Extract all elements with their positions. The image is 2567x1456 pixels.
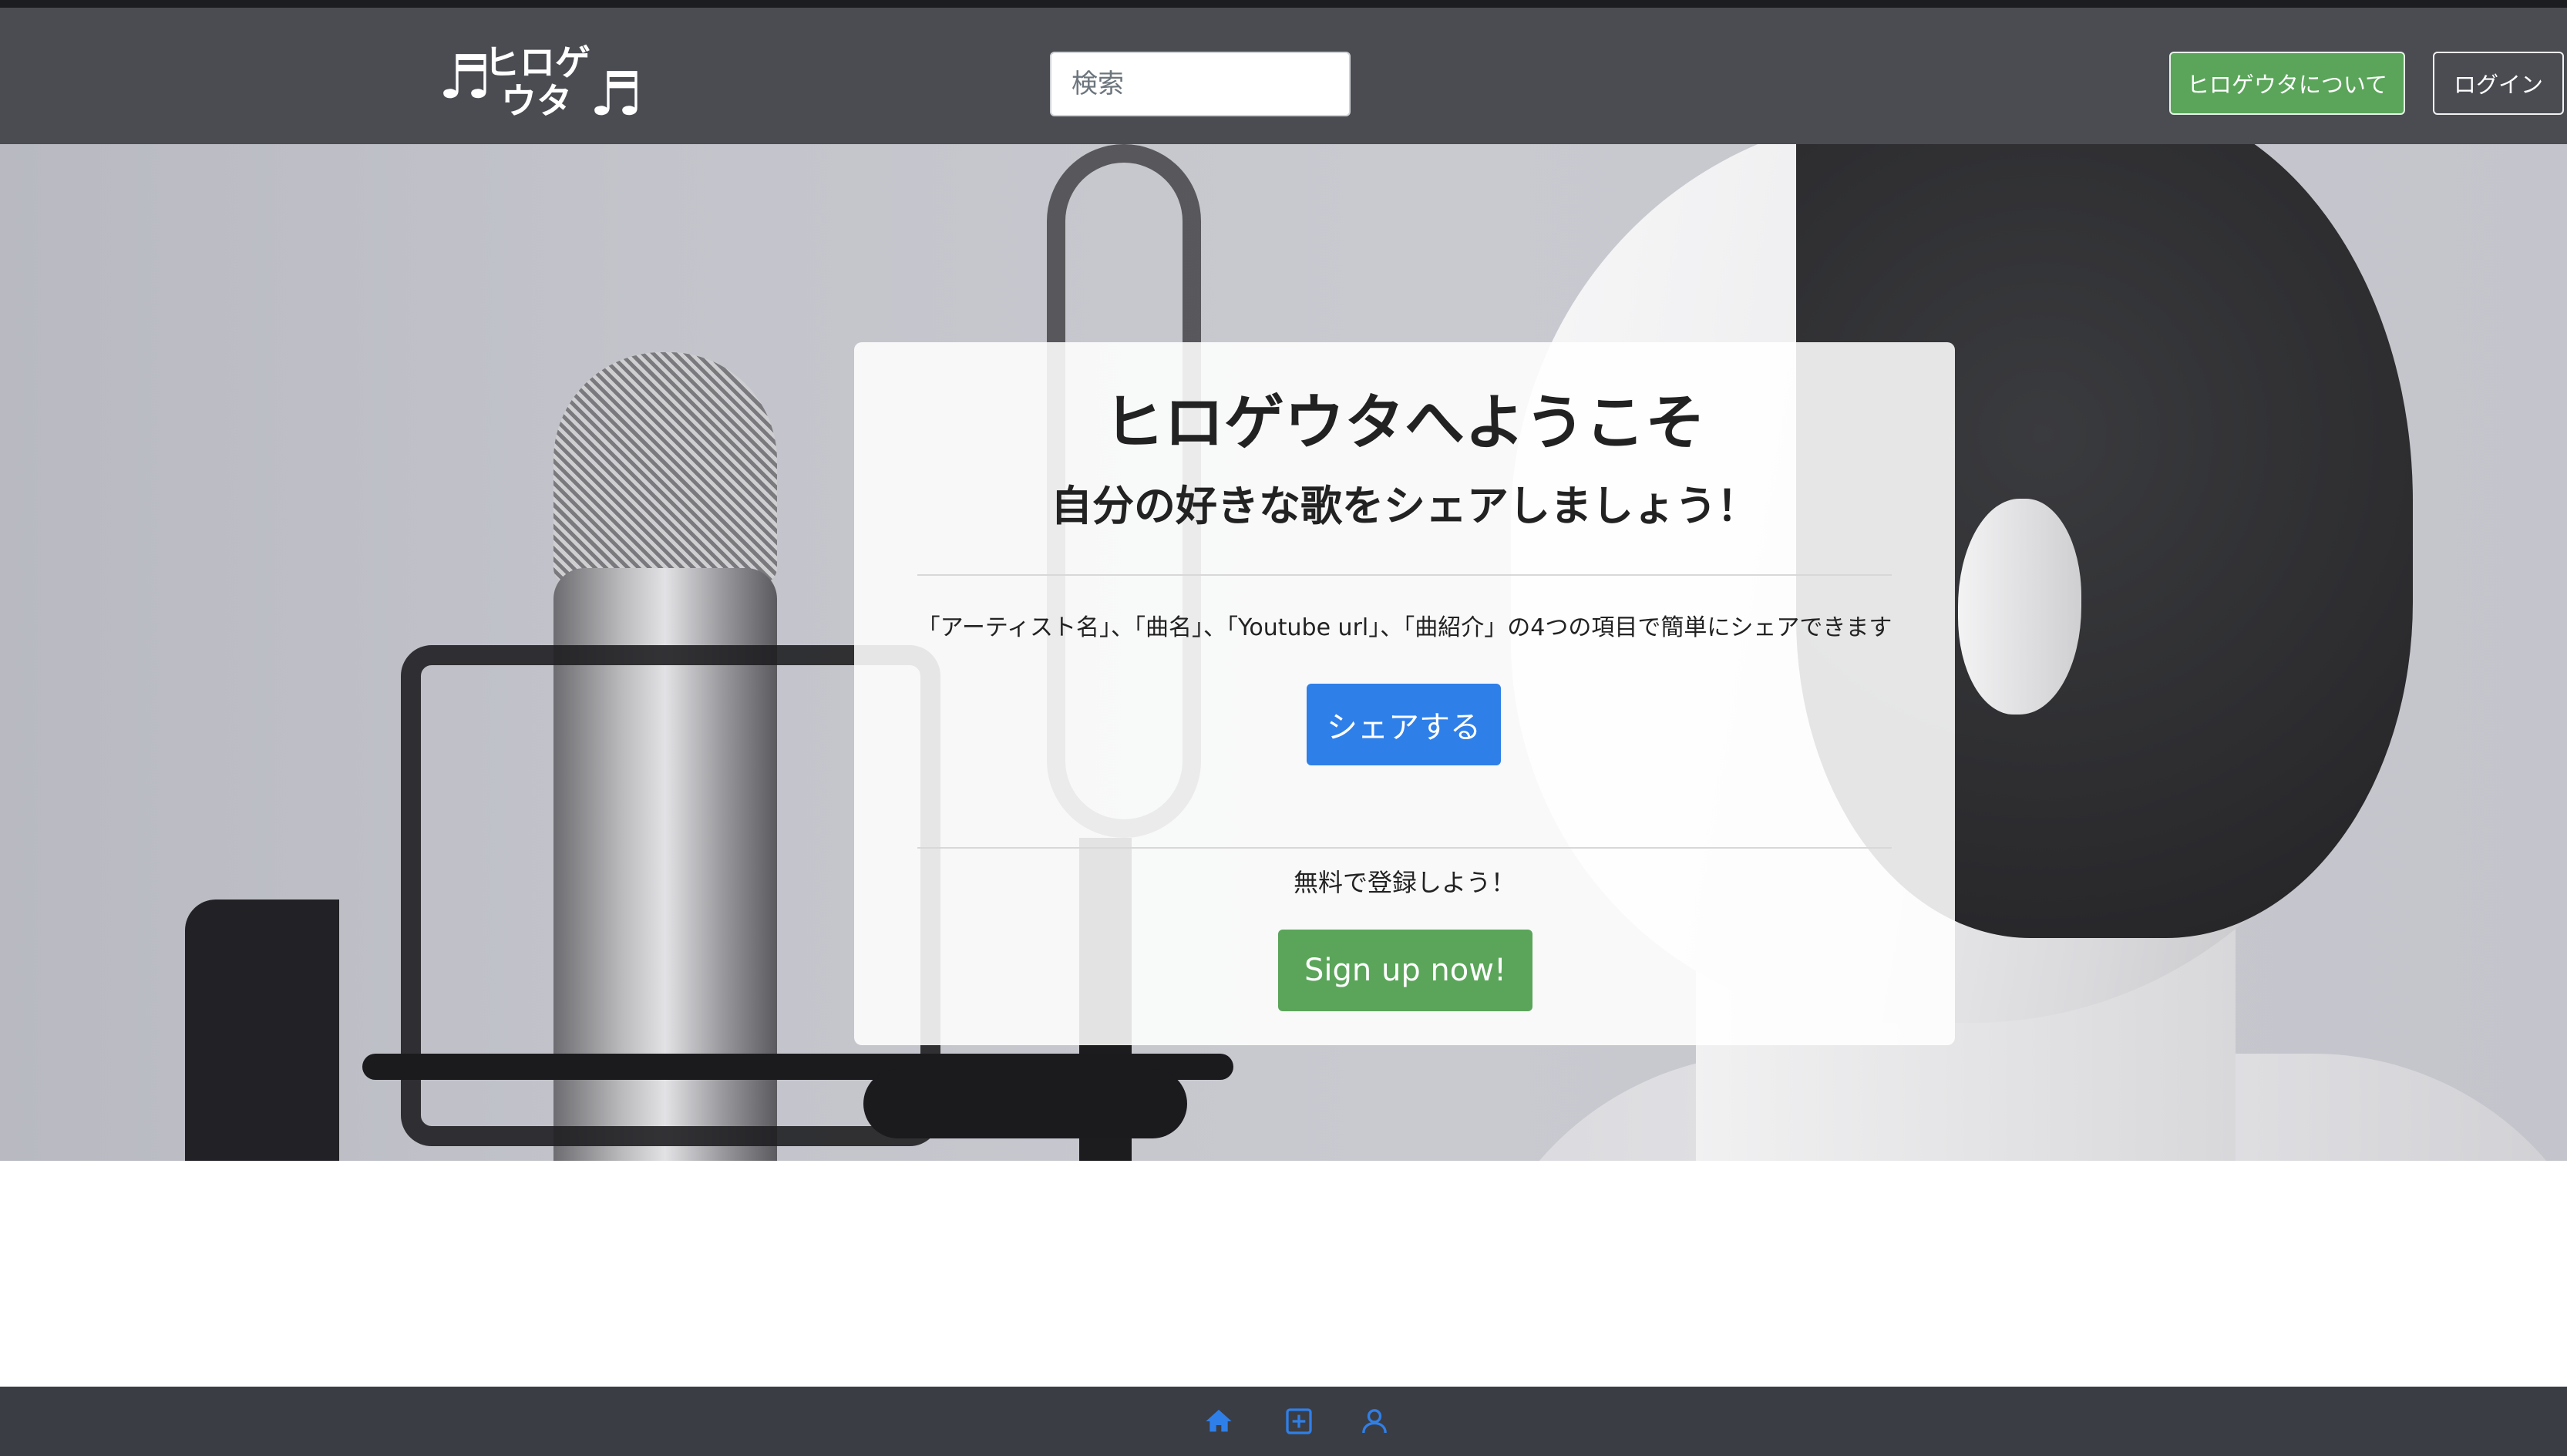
divider xyxy=(917,847,1892,849)
divider xyxy=(917,574,1892,576)
search-input[interactable] xyxy=(1050,52,1351,116)
user-icon[interactable] xyxy=(1357,1404,1392,1439)
home-icon[interactable] xyxy=(1201,1404,1236,1439)
register-prompt: 無料で登録しよう！ xyxy=(1293,868,1516,897)
site-logo[interactable]: ♬ ヒロゲ ウタ ♬ xyxy=(438,39,646,129)
share-button[interactable]: シェアする xyxy=(1307,684,1501,765)
mic-stand-base xyxy=(185,899,339,1161)
add-post-icon[interactable] xyxy=(1281,1404,1317,1439)
person-ear xyxy=(1958,499,2081,715)
welcome-title: ヒロゲウタへようこそ xyxy=(1103,388,1705,458)
logo-text-line2: ウタ xyxy=(501,80,572,122)
top-strip xyxy=(0,0,2567,8)
navbar: ♬ ヒロゲ ウタ ♬ ヒロゲウタについて ログイン xyxy=(0,8,2567,144)
bottom-nav xyxy=(0,1387,2567,1456)
about-button[interactable]: ヒロゲウタについて xyxy=(2169,52,2405,115)
stand-arm xyxy=(863,1069,1187,1138)
login-button[interactable]: ログイン xyxy=(2433,52,2564,115)
welcome-card: ヒロゲウタへようこそ 自分の好きな歌をシェアしましょう！ 「アーティスト名」、「… xyxy=(854,342,1955,1045)
logo-text-line1: ヒロゲ xyxy=(484,42,590,83)
hero-section: ヒロゲウタへようこそ 自分の好きな歌をシェアしましょう！ 「アーティスト名」、「… xyxy=(0,144,2567,1161)
share-description: 「アーティスト名」、「曲名」、「Youtube url」、「曲紹介」の4つの項目… xyxy=(917,614,1892,641)
music-note-icon: ♬ xyxy=(589,60,643,129)
signup-button[interactable]: Sign up now! xyxy=(1278,930,1532,1011)
microphone-grille xyxy=(553,352,777,583)
welcome-subtitle: 自分の好きな歌をシェアしましょう！ xyxy=(1051,481,1758,530)
